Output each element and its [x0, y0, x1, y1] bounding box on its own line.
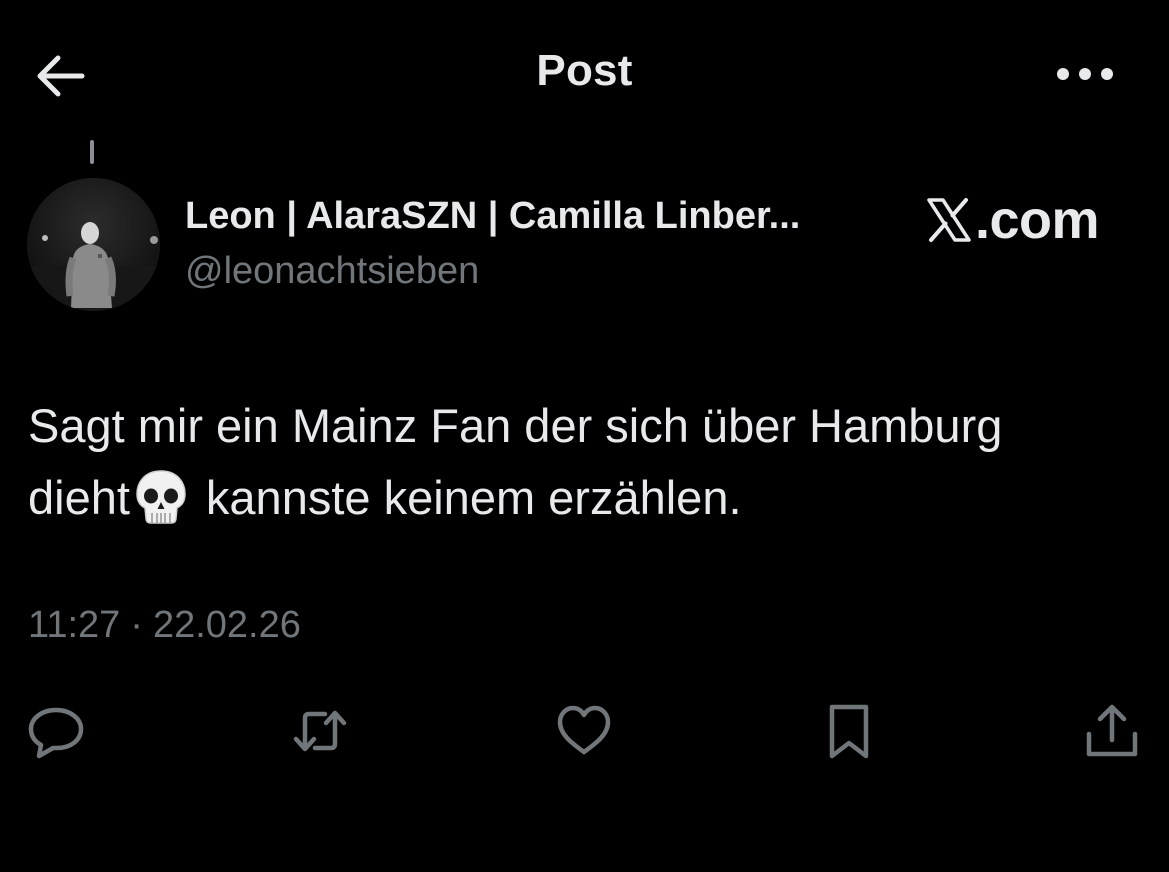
repost-button[interactable] [285, 696, 355, 766]
bookmark-icon [829, 704, 869, 759]
post-text-line-1: Sagt mir ein Mainz Fan der sich über Ham… [28, 399, 1003, 452]
reply-icon [28, 707, 84, 759]
post-actions-bar [0, 690, 1169, 770]
post-time: 11:27 [28, 604, 121, 646]
x-logo-icon [927, 198, 971, 242]
top-bar: Post [0, 0, 1169, 150]
bookmark-button[interactable] [814, 696, 884, 766]
post-body: Sagt mir ein Mainz Fan der sich über Ham… [28, 390, 1138, 534]
page-title: Post [536, 46, 633, 95]
heart-icon [557, 705, 611, 755]
more-horizontal-icon [1057, 68, 1113, 80]
meta-separator: · [130, 604, 143, 646]
post-date: 22.02.26 [152, 604, 301, 646]
more-options-button[interactable] [1050, 52, 1120, 96]
reply-button[interactable] [21, 696, 91, 766]
post-timestamp[interactable]: 11:27 · 22.02.26 [28, 604, 301, 647]
share-icon [1086, 704, 1138, 757]
skull-emoji [136, 470, 186, 524]
share-button[interactable] [1077, 696, 1147, 766]
post-text-line-2-end: kannste keinem erzählen. [205, 471, 742, 524]
author-display-name[interactable]: Leon | AlaraSZN | Camilla Linber... [185, 195, 895, 238]
avatar-image [27, 178, 160, 311]
like-button[interactable] [549, 696, 619, 766]
thread-connector-line [90, 140, 94, 164]
avatar[interactable] [27, 178, 160, 311]
author-handle[interactable]: @leonachtsieben [185, 250, 479, 293]
post-text-line-2-start: dieht [28, 471, 130, 524]
brand-domain-text: .com [975, 190, 1100, 250]
x-com-watermark: .com [925, 188, 1100, 252]
repost-icon [293, 710, 347, 752]
